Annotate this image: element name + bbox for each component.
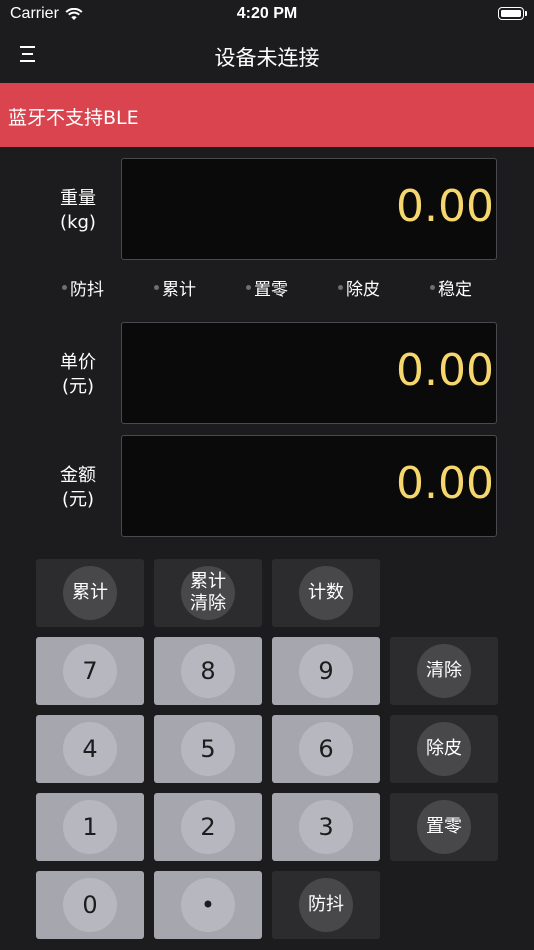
digit-label: 1 [82,813,98,841]
clear-accumulate-label-line1: 累计 [190,571,226,592]
indicator-label: 防抖 [70,280,104,300]
alert-banner: 蓝牙不支持BLE [0,83,534,147]
indicator-anti-shake: 防抖 [62,275,104,300]
zero-button-label: 置零 [426,816,462,837]
unit-price-label-unit: (元) [61,376,95,397]
digit-label: 8 [200,657,216,685]
indicator-tare: 除皮 [338,275,380,300]
digit-label: 9 [318,657,334,685]
status-bar: Carrier 4:20 PM [0,0,534,30]
indicator-dot [430,285,435,290]
indicator-dot [338,285,343,290]
unit-price-value: 0.00 [396,345,494,396]
indicator-label: 稳定 [438,280,472,300]
amount-display: 0.00 [121,435,497,537]
nav-bar: 设备未连接 [0,30,534,82]
digit-label: 7 [82,657,98,685]
tare-button-label: 除皮 [426,738,462,759]
clear-accumulate-label-line2: 清除 [190,593,226,614]
amount-value: 0.00 [396,458,494,509]
digit-label: 3 [318,813,334,841]
indicator-dot [246,285,251,290]
indicator-zero: 置零 [246,275,288,300]
anti-shake-button-label: 防抖 [308,894,344,915]
digit-3-button[interactable]: 3 [272,793,380,861]
decimal-point-label: • [200,891,216,919]
decimal-point-button[interactable]: • [154,871,262,939]
indicator-label: 除皮 [346,280,380,300]
accumulate-button[interactable]: 累计 [36,559,144,627]
amount-label: 金额 (元) [28,464,128,512]
accumulate-button-label: 累计 [72,582,108,603]
weight-display: 0.00 [121,158,497,260]
digit-label: 0 [82,891,98,919]
digit-8-button[interactable]: 8 [154,637,262,705]
digit-2-button[interactable]: 2 [154,793,262,861]
digit-5-button[interactable]: 5 [154,715,262,783]
clear-button-label: 清除 [426,660,462,681]
digit-6-button[interactable]: 6 [272,715,380,783]
digit-label: 6 [318,735,334,763]
alert-message: 蓝牙不支持BLE [8,107,139,129]
digit-label: 4 [82,735,98,763]
digit-0-button[interactable]: 0 [36,871,144,939]
clear-accumulate-button[interactable]: 累计 清除 [154,559,262,627]
digit-label: 2 [200,813,216,841]
indicator-dot [62,285,67,290]
unit-price-label-name: 单价 [60,352,96,373]
indicator-stable: 稳定 [430,275,472,300]
indicator-label: 置零 [254,280,288,300]
indicator-dot [154,285,159,290]
count-button[interactable]: 计数 [272,559,380,627]
zero-button[interactable]: 置零 [390,793,498,861]
status-indicators: 防抖 累计 置零 除皮 稳定 [0,275,534,300]
weight-label-name: 重量 [60,188,96,209]
amount-label-unit: (元) [61,489,95,510]
digit-9-button[interactable]: 9 [272,637,380,705]
indicator-label: 累计 [162,280,196,300]
clear-button[interactable]: 清除 [390,637,498,705]
unit-price-label: 单价 (元) [28,351,128,399]
weight-value: 0.00 [396,181,494,232]
count-button-label: 计数 [308,582,344,603]
digit-1-button[interactable]: 1 [36,793,144,861]
status-time: 4:20 PM [236,5,298,22]
digit-7-button[interactable]: 7 [36,637,144,705]
battery-icon [498,7,527,20]
digit-4-button[interactable]: 4 [36,715,144,783]
digit-label: 5 [200,735,216,763]
unit-price-display[interactable]: 0.00 [121,322,497,424]
indicator-accumulate: 累计 [154,275,196,300]
anti-shake-button[interactable]: 防抖 [272,871,380,939]
amount-label-name: 金额 [60,465,96,486]
tare-button[interactable]: 除皮 [390,715,498,783]
weight-label-unit: (kg) [60,212,96,233]
nav-title: 设备未连接 [214,46,320,70]
weight-label: 重量 (kg) [28,187,128,235]
